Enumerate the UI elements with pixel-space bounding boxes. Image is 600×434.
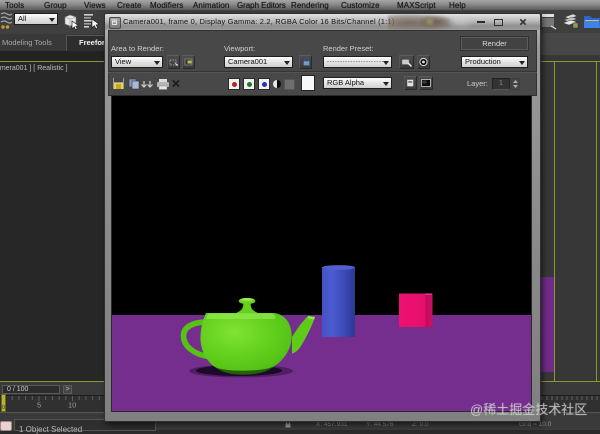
svg-text:10: 10	[68, 401, 76, 410]
svg-text:5: 5	[37, 401, 41, 410]
